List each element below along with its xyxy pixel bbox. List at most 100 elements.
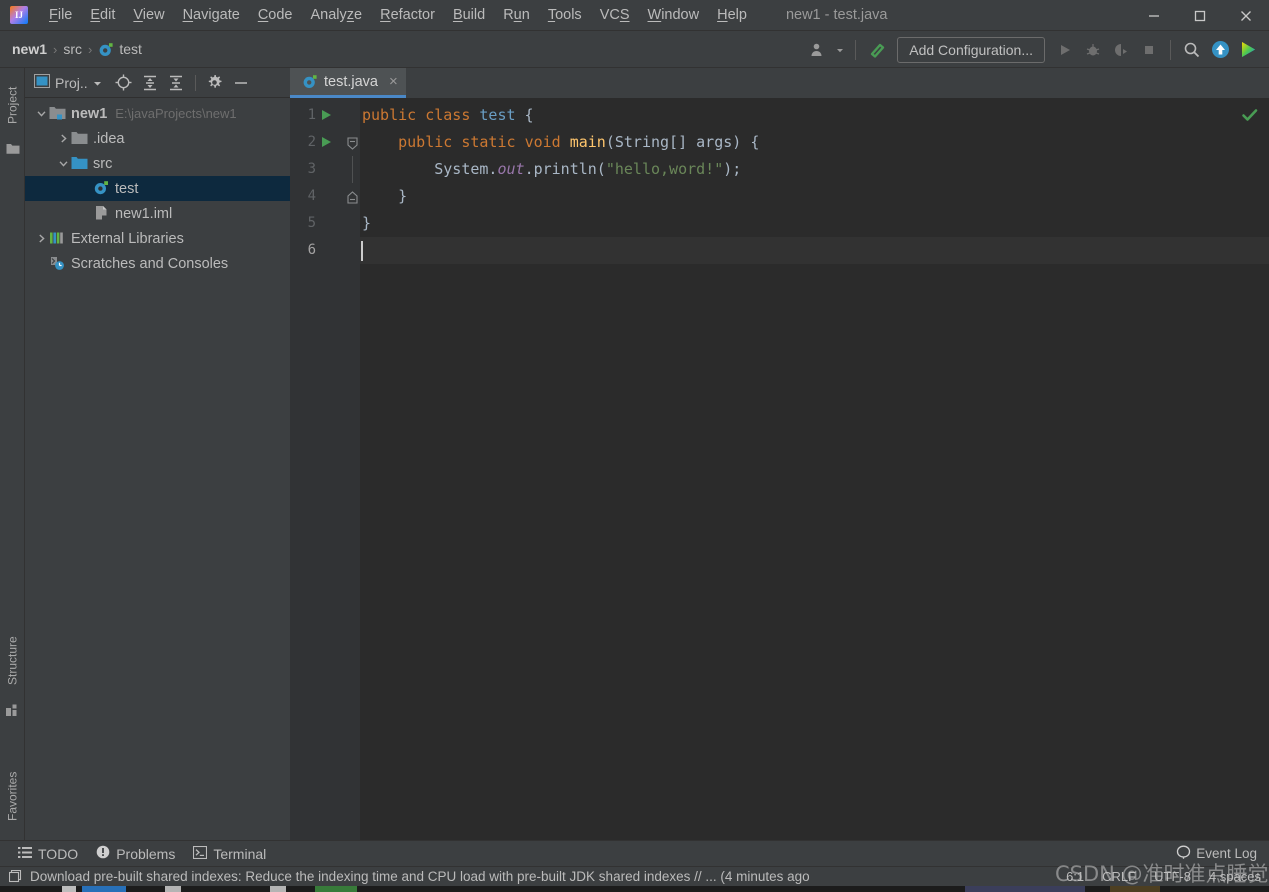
updates-icon[interactable]	[1207, 37, 1233, 63]
menu-item-vcs[interactable]: VCS	[591, 4, 639, 26]
menu-item-refactor[interactable]: Refactor	[371, 4, 444, 26]
taskbar-item-2	[82, 886, 126, 892]
menu-item-run[interactable]: Run	[494, 4, 539, 26]
chevron-down-icon[interactable]	[33, 108, 49, 119]
menu-item-help[interactable]: Help	[708, 4, 756, 26]
code-line: 6	[290, 237, 1269, 264]
menu-item-tools[interactable]: Tools	[539, 4, 591, 26]
breadcrumb-item-test[interactable]: test	[119, 41, 142, 57]
line-number: 2	[307, 134, 316, 150]
run-gutter-icon[interactable]	[322, 110, 331, 120]
add-configuration-button[interactable]: Add Configuration...	[897, 36, 1045, 63]
chevron-down-icon[interactable]	[55, 158, 71, 169]
minimize-button[interactable]	[1131, 0, 1177, 31]
file-encoding[interactable]: UTF-8	[1154, 869, 1191, 884]
tree-node-idea[interactable]: .idea	[25, 126, 290, 151]
breadcrumb-item-src[interactable]: src	[63, 41, 82, 57]
editor-tab-test-java[interactable]: test.java ×	[290, 68, 406, 98]
fold-close-icon[interactable]	[346, 190, 359, 204]
run-with-coverage-icon[interactable]	[1108, 37, 1134, 63]
ide-features-icon[interactable]	[1235, 37, 1261, 63]
expand-all-icon[interactable]	[138, 71, 162, 95]
bottom-tab-todo[interactable]: TODO	[18, 846, 78, 862]
menu-item-file[interactable]: File	[40, 4, 81, 26]
sidebar-tab-structure[interactable]: Structure	[0, 623, 25, 699]
chevron-right-icon[interactable]	[55, 133, 71, 144]
window-controls	[1131, 0, 1269, 31]
status-message[interactable]: Download pre-built shared indexes: Reduc…	[30, 869, 810, 884]
bottom-tab-problems-label: Problems	[116, 845, 176, 862]
menu-item-window[interactable]: Window	[639, 4, 709, 26]
code-line: 4 }	[290, 183, 1269, 210]
chevron-down-icon[interactable]	[833, 37, 847, 63]
project-view-label: Proj..	[55, 74, 88, 91]
code-text: }	[362, 183, 407, 210]
problems-icon	[96, 845, 110, 862]
event-log-label: Event Log	[1196, 846, 1257, 861]
run-icon[interactable]	[1052, 37, 1078, 63]
locate-target-icon[interactable]	[112, 71, 136, 95]
module-folder-icon	[49, 105, 66, 122]
event-log-button[interactable]: Event Log	[1176, 845, 1257, 863]
menu-item-code[interactable]: Code	[249, 4, 302, 26]
tree-node-externallibraries[interactable]: External Libraries	[25, 226, 290, 251]
sidebar-tab-project[interactable]: Project	[0, 72, 25, 138]
project-view-selector[interactable]: Proj..	[34, 74, 102, 91]
bottom-tab-problems[interactable]: Problems	[96, 845, 175, 862]
bottom-tab-terminal[interactable]: Terminal	[193, 845, 267, 862]
code-editor[interactable]: 1 public class test {2 public static void…	[290, 98, 1269, 840]
close-tab-icon[interactable]: ×	[389, 73, 398, 90]
menu-item-edit[interactable]: Edit	[81, 4, 124, 26]
breadcrumb-item-new1[interactable]: new1	[12, 41, 47, 57]
menu-item-navigate[interactable]: Navigate	[174, 4, 249, 26]
panel-toolbar-separator	[194, 74, 196, 91]
menu-item-view[interactable]: View	[124, 4, 173, 26]
tree-node-src[interactable]: src	[25, 151, 290, 176]
run-gutter-icon[interactable]	[322, 137, 331, 147]
search-everywhere-icon[interactable]	[1179, 37, 1205, 63]
tree-node-scratchesandconsoles[interactable]: Scratches and Consoles	[25, 251, 290, 276]
taskbar-item-5	[315, 886, 357, 892]
caret-position[interactable]: 6:1	[1066, 869, 1084, 884]
debug-icon[interactable]	[1080, 37, 1106, 63]
tree-node-label: .idea	[93, 130, 125, 147]
toolbar-separator-2	[1170, 39, 1171, 60]
menu-item-analyze[interactable]: Analyze	[302, 4, 372, 26]
breadcrumb: new1 › src › test	[12, 41, 142, 57]
gear-icon[interactable]	[203, 71, 227, 95]
tree-node-label: Scratches and Consoles	[71, 255, 229, 272]
iml-file-icon	[93, 205, 110, 222]
code-token: public	[362, 106, 417, 124]
notification-icon[interactable]	[8, 869, 22, 883]
code-token: }	[362, 187, 408, 205]
project-tree: new1 E:\javaProjects\new1 .idea src test new1…	[25, 98, 290, 840]
close-button[interactable]	[1223, 0, 1269, 31]
scratches-icon	[49, 255, 66, 272]
hammer-build-icon[interactable]	[864, 37, 890, 63]
tree-node-label: src	[93, 155, 113, 172]
line-number: 6	[307, 242, 316, 258]
maximize-button[interactable]	[1177, 0, 1223, 31]
fold-open-icon[interactable]	[346, 136, 359, 150]
stop-icon[interactable]	[1136, 37, 1162, 63]
code-text: public static void main(String[] args) {	[362, 129, 759, 156]
hide-panel-icon[interactable]	[229, 71, 253, 95]
tree-node-new1[interactable]: new1 E:\javaProjects\new1	[25, 101, 290, 126]
code-token: }	[362, 214, 372, 232]
menu-item-build[interactable]: Build	[444, 4, 494, 26]
line-separator[interactable]: CRLF	[1102, 869, 1136, 884]
bottom-tab-terminal-label: Terminal	[213, 845, 267, 862]
libraries-icon	[49, 230, 66, 247]
chevron-right-icon[interactable]	[33, 233, 49, 244]
sidebar-tab-favorites[interactable]: Favorites	[0, 756, 25, 836]
indent-setting[interactable]: 4 spaces	[1209, 869, 1261, 884]
project-view-icon	[34, 74, 50, 91]
collapse-all-icon[interactable]	[164, 71, 188, 95]
line-number: 4	[307, 188, 316, 204]
tree-node-new1iml[interactable]: new1.iml	[25, 201, 290, 226]
user-avatar-icon[interactable]	[805, 37, 831, 63]
tree-node-test[interactable]: test	[25, 176, 290, 201]
